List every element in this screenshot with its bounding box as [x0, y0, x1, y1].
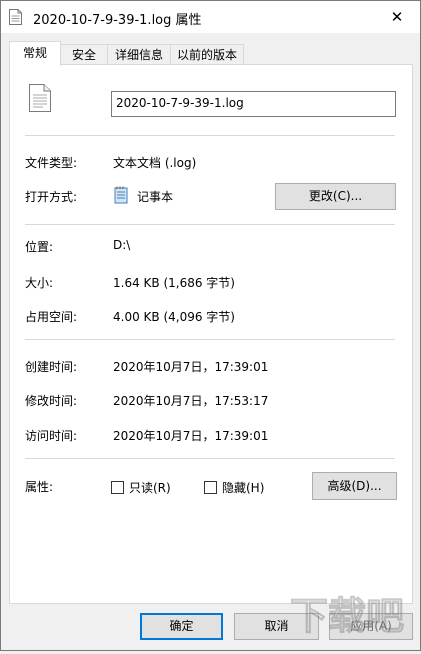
tab-bar: 常规 安全 详细信息 以前的版本	[9, 41, 413, 66]
file-name-field[interactable]: 2020-10-7-9-39-1.log	[111, 91, 396, 117]
tab-general[interactable]: 常规	[9, 41, 61, 66]
location-value: D:\	[113, 238, 131, 252]
location-label: 位置:	[25, 240, 54, 254]
close-icon: ✕	[390, 8, 404, 26]
hidden-label: 隐藏(H)	[222, 481, 265, 495]
file-icon	[9, 9, 22, 25]
hidden-check-box[interactable]	[204, 481, 217, 494]
divider	[25, 339, 395, 340]
created-value: 2020年10月7日，17:39:01	[113, 360, 269, 374]
tab-security[interactable]: 安全	[60, 44, 108, 65]
hidden-checkbox[interactable]: 隐藏(H)	[204, 479, 264, 496]
divider	[25, 135, 395, 136]
tab-previous-versions[interactable]: 以前的版本	[170, 44, 244, 65]
size-value: 1.64 KB (1,686 字节)	[113, 276, 235, 290]
created-label: 创建时间:	[25, 360, 78, 374]
size-label: 大小:	[25, 276, 54, 290]
opens-with-label: 打开方式:	[25, 190, 78, 204]
divider	[25, 224, 395, 225]
accessed-label: 访问时间:	[25, 429, 78, 443]
file-icon	[29, 84, 51, 112]
ok-button[interactable]: 确定	[140, 613, 223, 640]
readonly-check-box[interactable]	[111, 481, 124, 494]
advanced-button[interactable]: 高级(D)...	[312, 472, 397, 500]
attributes-label: 属性:	[25, 480, 54, 494]
window-title: 2020-10-7-9-39-1.log 属性	[33, 13, 202, 28]
divider	[25, 458, 395, 459]
change-button[interactable]: 更改(C)...	[275, 183, 396, 210]
opens-with-value: 记事本	[137, 190, 174, 204]
size-on-disk-value: 4.00 KB (4,096 字节)	[113, 310, 235, 324]
readonly-checkbox[interactable]: 只读(R)	[111, 479, 171, 496]
file-type-label: 文件类型:	[25, 156, 78, 170]
title-bar: 2020-10-7-9-39-1.log 属性 ✕	[1, 1, 420, 33]
accessed-value: 2020年10月7日，17:39:01	[113, 429, 269, 443]
svg-text:下载吧: 下载吧	[290, 594, 404, 638]
modified-value: 2020年10月7日，17:53:17	[113, 394, 269, 408]
modified-label: 修改时间:	[25, 394, 78, 408]
watermark-icon: 下载吧	[290, 594, 405, 639]
general-panel: 2020-10-7-9-39-1.log 文件类型: 文本文档 (.log) 打…	[9, 64, 413, 604]
watermark-logo: 下载吧	[284, 583, 420, 651]
tab-details[interactable]: 详细信息	[107, 44, 171, 65]
size-on-disk-label: 占用空间:	[25, 310, 78, 324]
properties-dialog: 2020-10-7-9-39-1.log 属性 ✕ 常规 安全 详细信息 以前的…	[0, 0, 421, 651]
close-button[interactable]: ✕	[374, 1, 420, 33]
readonly-label: 只读(R)	[129, 481, 171, 495]
notepad-icon	[114, 186, 128, 204]
file-type-value: 文本文档 (.log)	[113, 156, 197, 170]
